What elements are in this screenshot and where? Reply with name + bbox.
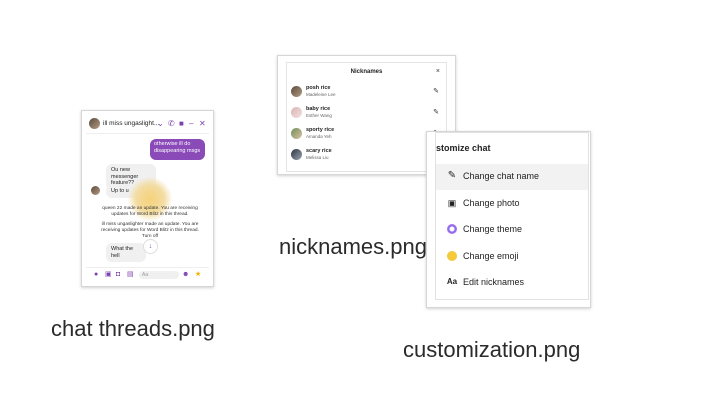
menu-item-label: Edit nicknames [463, 277, 525, 287]
chat-title: ill miss ungaslight... [103, 120, 160, 127]
system-message: queen 22 made an update. You are receivi… [102, 206, 198, 217]
message-input: Aa [139, 271, 179, 279]
nickname-row: sporty rice Amanda Yeh ✎ [291, 126, 441, 146]
real-name: Melissa Liu [306, 155, 329, 160]
star-icon: ★ [195, 271, 202, 278]
nickname-row: scary rice Melissa Liu ✎ [291, 147, 441, 167]
video-icon: ■ [179, 119, 184, 128]
dialog-title: Nicknames [350, 69, 383, 75]
chat-window: ill miss ungaslight... ⌄ ✆ ■ – ✕ otherwi… [86, 115, 209, 282]
menu-item-change-theme: Change theme [436, 217, 588, 243]
menu-item-change-photo: ▣ Change photo [436, 191, 588, 217]
arrow-down-icon: ↓ [143, 239, 158, 254]
real-name: Esther Wang [306, 113, 332, 118]
sender-avatar [91, 186, 100, 195]
chat-header: ill miss ungaslight... ⌄ ✆ ■ – ✕ [86, 115, 209, 134]
avatar [291, 128, 302, 139]
pencil-icon: ✎ [433, 109, 439, 116]
menu-item-label: Change chat name [463, 171, 540, 181]
menu-title: stomize chat [436, 143, 491, 153]
nickname-row: posh rice Madeleine Lee ✎ [291, 84, 441, 104]
avatar [291, 107, 302, 118]
phone-icon: ✆ [168, 119, 175, 128]
image-icon: ▣ [105, 271, 112, 278]
nickname: posh rice [306, 85, 331, 91]
menu-item-edit-nicknames: Aa Edit nicknames [436, 270, 588, 296]
chat-avatar [89, 118, 100, 129]
nickname: scary rice [306, 148, 332, 154]
message-incoming: What the hell [106, 243, 146, 262]
thumbnail-customization[interactable]: stomize chat ✎ Change chat name ▣ Change… [426, 131, 591, 308]
menu-item-change-chat-name: ✎ Change chat name [436, 164, 588, 190]
message-outgoing: otherwise ill do disappearing msgs [150, 139, 205, 160]
customize-chat-menu: stomize chat ✎ Change chat name ▣ Change… [435, 132, 589, 300]
text-aa-icon: Aa [446, 277, 458, 286]
chat-composer: ● ▣ ◘ ▤ Aa ☻ ★ [86, 267, 209, 283]
avatar [291, 86, 302, 97]
image-icon: ▣ [447, 198, 457, 208]
menu-item-label: Change photo [463, 198, 520, 208]
sticker-icon: ◘ [116, 271, 121, 278]
file-label-nicknames[interactable]: nicknames.png [279, 234, 427, 260]
thumbnail-chat-threads[interactable]: ill miss ungaslight... ⌄ ✆ ■ – ✕ otherwi… [81, 110, 214, 287]
avatar [291, 149, 302, 160]
real-name: Madeleine Lee [306, 92, 336, 97]
close-icon: ✕ [199, 119, 206, 128]
file-label-chat-threads[interactable]: chat threads.png [51, 316, 215, 342]
emoji-icon: ☻ [182, 271, 190, 278]
real-name: Amanda Yeh [306, 134, 332, 139]
pencil-icon: ✎ [447, 170, 457, 181]
file-label-customization[interactable]: customization.png [403, 337, 580, 363]
menu-item-change-emoji: Change emoji [436, 244, 588, 270]
gif-icon: ▤ [127, 271, 134, 278]
theme-icon [447, 224, 457, 234]
close-icon: × [435, 68, 440, 75]
pencil-icon: ✎ [433, 88, 439, 95]
system-message: ill miss ungaslighter made an update. Yo… [101, 222, 199, 239]
nickname: sporty rice [306, 127, 335, 133]
menu-item-label: Change theme [463, 224, 523, 234]
menu-item-label: Change emoji [463, 251, 519, 261]
mic-icon: ● [94, 271, 99, 278]
minimize-icon: – [189, 119, 194, 128]
nickname-row: baby rice Esther Wang ✎ [291, 105, 441, 125]
emoji-icon [447, 251, 457, 261]
nicknames-dialog: Nicknames × posh rice Madeleine Lee ✎ ba… [286, 62, 447, 172]
nickname: baby rice [306, 106, 331, 112]
chevron-down-icon: ⌄ [157, 119, 164, 128]
